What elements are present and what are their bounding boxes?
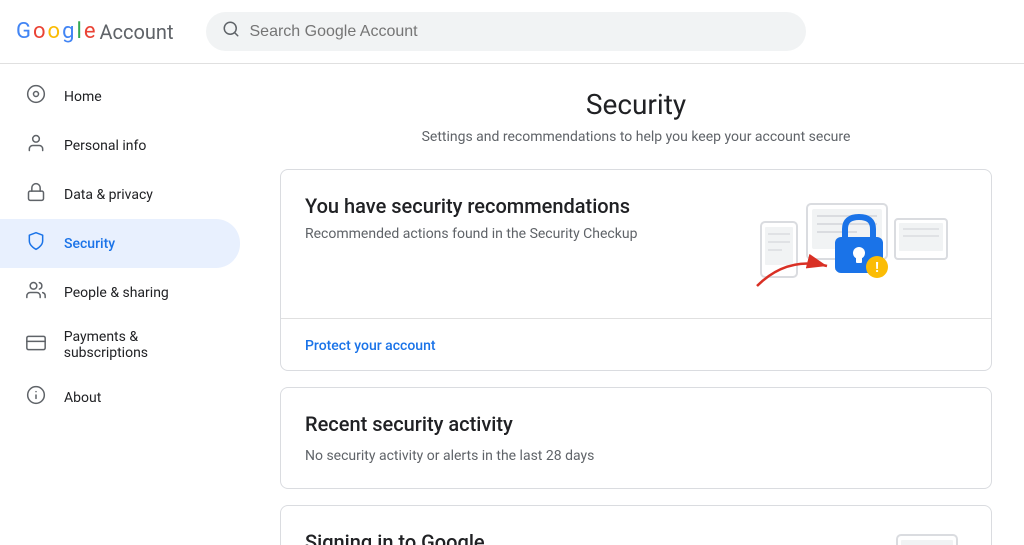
security-icon	[24, 231, 48, 256]
protect-account-link[interactable]: Protect your account	[305, 338, 436, 354]
card-main: You have security recommendations Recomm…	[281, 170, 991, 318]
main-content: Security Settings and recommendations to…	[248, 64, 1024, 545]
payment-icon	[24, 333, 48, 358]
security-recommendations-card: You have security recommendations Recomm…	[280, 169, 992, 371]
card-simple-content: Recent security activity No security act…	[281, 388, 991, 488]
sidebar-item-data-privacy[interactable]: Data & privacy	[0, 170, 240, 219]
search-icon	[222, 20, 240, 43]
signing-illustration	[887, 530, 967, 545]
card-text: You have security recommendations Recomm…	[305, 194, 637, 242]
sidebar-item-personal-info[interactable]: Personal info	[0, 121, 240, 170]
recent-activity-card: Recent security activity No security act…	[280, 387, 992, 489]
home-icon	[24, 84, 48, 109]
card-description: Recommended actions found in the Securit…	[305, 226, 637, 242]
search-bar[interactable]	[206, 12, 806, 51]
card-title: You have security recommendations	[305, 194, 637, 218]
arrow-icon	[747, 236, 867, 300]
sidebar-item-payments[interactable]: Payments & subscriptions	[0, 317, 240, 373]
sidebar-item-label: Payments & subscriptions	[64, 329, 224, 361]
signing-card-content: Signing in to Google	[281, 506, 991, 545]
main-layout: Home Personal info Data & privacy	[0, 64, 1024, 545]
page-subtitle: Settings and recommendations to help you…	[280, 129, 992, 145]
security-illustration: !	[747, 194, 967, 294]
signing-card-title: Signing in to Google	[305, 530, 485, 545]
sidebar: Home Personal info Data & privacy	[0, 64, 248, 545]
header: Google Account	[0, 0, 1024, 64]
sidebar-item-label: Home	[64, 89, 102, 105]
signing-card-text: Signing in to Google	[305, 530, 485, 545]
search-input[interactable]	[250, 23, 790, 41]
signing-card: Signing in to Google	[280, 505, 992, 545]
sidebar-item-label: Personal info	[64, 138, 146, 154]
account-label: Account	[99, 20, 173, 44]
recent-activity-description: No security activity or alerts in the la…	[305, 448, 967, 464]
info-icon	[24, 385, 48, 410]
sidebar-item-home[interactable]: Home	[0, 72, 240, 121]
google-logo[interactable]: Google Account	[16, 19, 174, 44]
recent-activity-title: Recent security activity	[305, 412, 967, 436]
person-icon	[24, 133, 48, 158]
sidebar-item-about[interactable]: About	[0, 373, 240, 422]
page-title: Security	[280, 88, 992, 121]
people-icon	[24, 280, 48, 305]
card-action: Protect your account	[281, 319, 991, 370]
sidebar-item-label: Security	[64, 236, 115, 252]
sidebar-item-label: People & sharing	[64, 285, 169, 301]
svg-text:!: !	[875, 260, 879, 276]
sidebar-item-people-sharing[interactable]: People & sharing	[0, 268, 240, 317]
sidebar-item-label: About	[64, 390, 101, 406]
sidebar-item-label: Data & privacy	[64, 187, 153, 203]
sidebar-item-security[interactable]: Security	[0, 219, 240, 268]
privacy-icon	[24, 182, 48, 207]
